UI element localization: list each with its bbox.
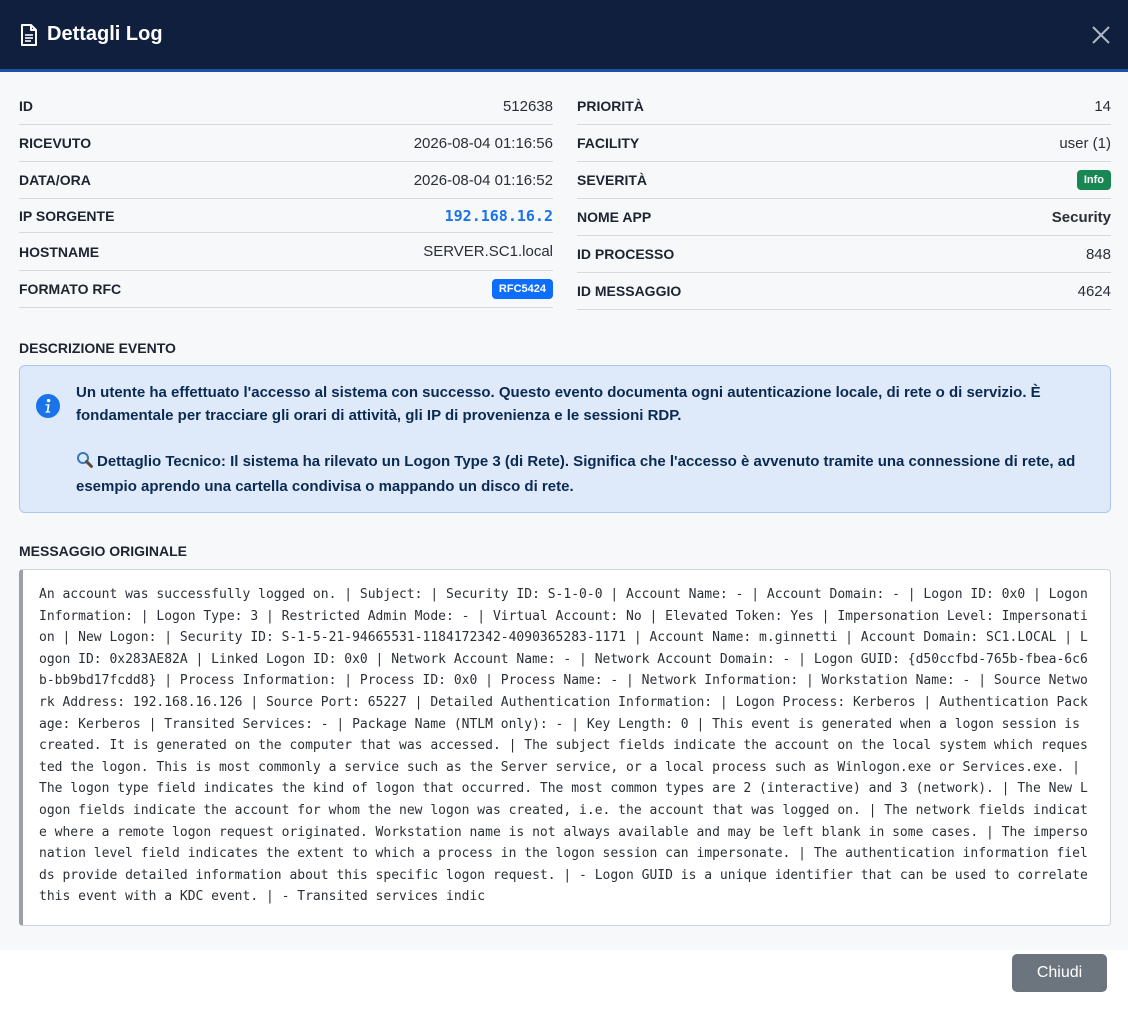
detail-label: ID PROCESSO — [577, 246, 675, 262]
detail-label: FORMATO RFC — [19, 281, 122, 297]
detail-value: 848 — [1085, 245, 1111, 263]
detail-label: FACILITY — [577, 135, 640, 151]
rfc-badge: RFC5424 — [491, 279, 553, 299]
severity-badge: Info — [1076, 170, 1111, 190]
detail-label: ID — [19, 98, 33, 114]
technical-detail-text: Dettaglio Tecnico: Il sistema ha rilevat… — [76, 453, 1076, 495]
detail-value: 4624 — [1077, 282, 1111, 300]
modal-header: Dettagli Log — [0, 0, 1128, 72]
description-section-title: DESCRIZIONE EVENTO — [19, 340, 176, 356]
detail-value: 14 — [1094, 97, 1111, 115]
modal-body: ID 512638 RICEVUTO 2026-08-04 01:16:56 D… — [0, 72, 1128, 950]
detail-row-datetime: DATA/ORA 2026-08-04 01:16:52 — [19, 162, 553, 199]
detail-value: SERVER.SC1.local — [423, 243, 553, 260]
detail-label: ID MESSAGGIO — [577, 283, 682, 299]
detail-value: 512638 — [502, 97, 553, 115]
detail-row-facility: FACILITY user (1) — [577, 125, 1111, 162]
detail-row-hostname: HOSTNAME SERVER.SC1.local — [19, 233, 553, 271]
description-text: Un utente ha effettuato l'accesso al sis… — [76, 384, 1041, 424]
magnifier-icon — [76, 451, 93, 475]
detail-value: 2026-08-04 01:16:52 — [413, 171, 553, 189]
detail-row-source-ip: IP SORGENTE 192.168.16.2 — [19, 199, 553, 233]
raw-message-text: An account was successfully logged on. |… — [39, 587, 1096, 905]
detail-label: DATA/ORA — [19, 172, 91, 188]
detail-label: HOSTNAME — [19, 243, 100, 260]
raw-message-box[interactable]: An account was successfully logged on. |… — [19, 569, 1111, 926]
detail-label: NOME APP — [577, 209, 652, 225]
detail-row-id: ID 512638 — [19, 88, 553, 125]
detail-label: RICEVUTO — [19, 135, 92, 151]
log-details: ID 512638 RICEVUTO 2026-08-04 01:16:56 D… — [19, 88, 1111, 310]
detail-value: user (1) — [1059, 134, 1111, 152]
detail-value: Security — [1051, 208, 1111, 226]
technical-detail: Dettaglio Tecnico: Il sistema ha rilevat… — [76, 450, 1096, 498]
detail-label: SEVERITÀ — [577, 172, 648, 188]
modal-title: Dettagli Log — [47, 23, 163, 45]
close-button[interactable]: Chiudi — [1012, 954, 1107, 992]
detail-row-priority: PRIORITÀ 14 — [577, 88, 1111, 125]
detail-row-message-id: ID MESSAGGIO 4624 — [577, 273, 1111, 310]
event-description-box: Un utente ha effettuato l'accesso al sis… — [19, 365, 1111, 513]
detail-row-process-id: ID PROCESSO 848 — [577, 236, 1111, 273]
detail-row-app-name: NOME APP Security — [577, 199, 1111, 236]
detail-row-received: RICEVUTO 2026-08-04 01:16:56 — [19, 125, 553, 162]
detail-value: 2026-08-04 01:16:56 — [413, 134, 553, 152]
event-description: Un utente ha effettuato l'accesso al sis… — [76, 381, 1096, 498]
details-left-column: ID 512638 RICEVUTO 2026-08-04 01:16:56 D… — [19, 88, 553, 310]
details-right-column: PRIORITÀ 14 FACILITY user (1) SEVERITÀ I… — [577, 88, 1111, 310]
close-icon[interactable] — [1090, 24, 1112, 46]
detail-row-severity: SEVERITÀ Info — [577, 162, 1111, 199]
source-ip-value: 192.168.16.2 — [444, 206, 553, 225]
detail-label: IP SORGENTE — [19, 207, 115, 224]
detail-label: PRIORITÀ — [577, 98, 644, 114]
raw-message-section-title: MESSAGGIO ORIGINALE — [19, 543, 188, 559]
document-icon — [20, 23, 38, 46]
detail-row-rfc-format: FORMATO RFC RFC5424 — [19, 271, 553, 308]
info-circle-icon — [36, 394, 60, 418]
